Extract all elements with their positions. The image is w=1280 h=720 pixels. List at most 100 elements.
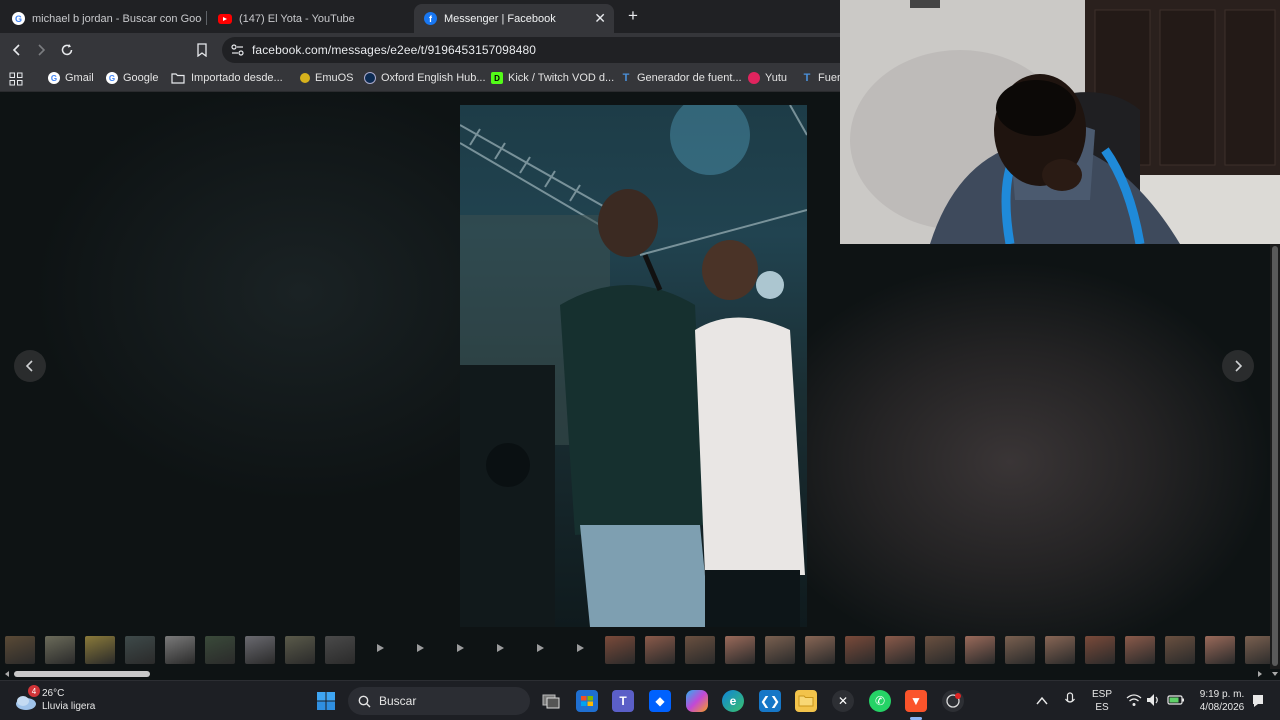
battery-icon[interactable] (1167, 693, 1185, 711)
wifi-icon[interactable] (1126, 693, 1142, 712)
media-thumbnail[interactable] (1005, 636, 1035, 664)
teams-icon[interactable]: T (612, 690, 634, 712)
media-thumbnail[interactable] (1205, 636, 1235, 664)
media-thumbnail[interactable] (325, 636, 355, 664)
file-explorer-icon[interactable] (795, 690, 817, 712)
video-play-icon[interactable] (577, 644, 584, 652)
close-tab-icon[interactable]: ✕ (594, 11, 606, 25)
edge-icon[interactable]: e (722, 690, 744, 712)
language-indicator-bottom[interactable]: ES (1090, 702, 1114, 714)
bookmark-kick[interactable]: D Kick / Twitch VOD d... (491, 72, 614, 84)
video-play-icon[interactable] (417, 644, 424, 652)
concert-photo-illustration (460, 105, 807, 627)
bookmark-button[interactable] (192, 40, 212, 60)
microphone-icon[interactable] (1064, 692, 1076, 713)
tab-messenger[interactable]: f Messenger | Facebook ✕ (414, 4, 614, 33)
weather-condition[interactable]: Lluvia ligera (42, 701, 95, 713)
previous-media-button[interactable] (14, 350, 46, 382)
shared-photo[interactable] (460, 105, 807, 627)
bookmark-google[interactable]: G Google (106, 72, 158, 84)
media-thumbnail[interactable] (125, 636, 155, 664)
screen-recorder-icon[interactable] (942, 690, 964, 712)
horizontal-scrollbar[interactable] (0, 668, 1270, 680)
bookmark-emuos[interactable]: EmuOS (300, 72, 354, 84)
media-thumbnail[interactable] (1165, 636, 1195, 664)
video-play-icon[interactable] (497, 644, 504, 652)
media-thumbnail[interactable] (165, 636, 195, 664)
bookmark-oxford[interactable]: Oxford English Hub... (364, 72, 486, 84)
taskbar-search-box[interactable]: Buscar (348, 687, 530, 715)
vscode-icon[interactable]: ❮❯ (759, 690, 781, 712)
reload-button[interactable] (57, 40, 77, 60)
xbox-icon[interactable]: ✕ (832, 690, 854, 712)
apps-button[interactable] (9, 72, 23, 86)
bookmark-folder-imported[interactable]: Importado desde... (171, 72, 283, 84)
url-text[interactable]: facebook.com/messages/e2ee/t/91964531570… (252, 43, 536, 57)
weather-widget-icon[interactable]: 4 (14, 685, 40, 713)
media-thumbnail[interactable] (845, 636, 875, 664)
video-play-icon[interactable] (457, 644, 464, 652)
font-generator-icon: T (622, 72, 630, 84)
task-view-icon[interactable] (540, 690, 562, 712)
tab-youtube[interactable]: (147) El Yota - YouTube (208, 4, 408, 33)
volume-icon[interactable] (1146, 693, 1162, 712)
language-indicator-top[interactable]: ESP (1090, 689, 1114, 701)
back-button[interactable] (7, 40, 27, 60)
weather-temp[interactable]: 26°C (42, 688, 64, 700)
show-hidden-icons-button[interactable] (1036, 693, 1048, 711)
media-thumbnail[interactable] (725, 636, 755, 664)
media-thumbnail[interactable] (885, 636, 915, 664)
chevron-up-icon (1036, 696, 1048, 705)
kick-icon: D (491, 72, 503, 84)
browser-tab-strip: G michael b jordan - Buscar con Googl (1… (0, 0, 840, 33)
copilot-icon[interactable] (686, 690, 708, 712)
scroll-down-icon[interactable] (1271, 670, 1279, 678)
address-bar[interactable]: facebook.com/messages/e2ee/t/91964531570… (222, 37, 862, 63)
media-thumbnail[interactable] (685, 636, 715, 664)
clock-date[interactable]: 4/08/2026 (1192, 702, 1252, 714)
next-media-button[interactable] (1222, 350, 1254, 382)
bookmark-font-generator[interactable]: T Generador de fuent... (620, 72, 742, 84)
media-thumbnail[interactable] (1045, 636, 1075, 664)
bookmark-font-generator-2[interactable]: T Fuen (801, 72, 843, 84)
vertical-scrollbar[interactable] (1270, 244, 1280, 669)
microsoft-store-icon[interactable] (576, 690, 598, 712)
media-thumbnail[interactable] (965, 636, 995, 664)
weather-badge: 4 (28, 685, 40, 697)
bookmark-label: Kick / Twitch VOD d... (508, 72, 615, 84)
media-thumbnail[interactable] (5, 636, 35, 664)
vertical-scroll-thumb[interactable] (1272, 246, 1278, 666)
whatsapp-icon[interactable]: ✆ (869, 690, 891, 712)
bookmark-gmail[interactable]: G Gmail (48, 72, 94, 84)
media-thumbnail[interactable] (285, 636, 315, 664)
media-thumbnail[interactable] (645, 636, 675, 664)
video-play-icon[interactable] (537, 644, 544, 652)
video-play-icon[interactable] (377, 644, 384, 652)
forward-button[interactable] (31, 40, 51, 60)
new-tab-button[interactable]: + (624, 7, 642, 25)
brave-icon[interactable]: ▼ (905, 690, 927, 712)
media-thumbnail[interactable] (1125, 636, 1155, 664)
media-thumbnail[interactable] (245, 636, 275, 664)
media-thumbnail[interactable] (205, 636, 235, 664)
tab-google-search[interactable]: G michael b jordan - Buscar con Googl (2, 4, 202, 33)
scroll-right-icon[interactable] (1256, 670, 1264, 678)
site-settings-icon[interactable] (222, 44, 252, 56)
dropbox-icon[interactable]: ◆ (649, 690, 671, 712)
media-thumbnail[interactable] (805, 636, 835, 664)
media-thumbnail[interactable] (765, 636, 795, 664)
oxford-icon (364, 72, 376, 84)
scroll-left-icon[interactable] (3, 670, 11, 678)
horizontal-scroll-thumb[interactable] (14, 671, 150, 677)
clock-time[interactable]: 9:19 p. m. (1192, 689, 1252, 701)
notifications-icon[interactable] (1251, 693, 1265, 714)
start-button[interactable] (315, 690, 337, 712)
media-thumbnail[interactable] (605, 636, 635, 664)
bookmark-yutu[interactable]: Yutu (748, 72, 787, 84)
media-thumbnail[interactable] (925, 636, 955, 664)
media-thumbnail[interactable] (45, 636, 75, 664)
google-icon: G (48, 72, 60, 84)
reload-icon (61, 44, 73, 56)
media-thumbnail[interactable] (1085, 636, 1115, 664)
media-thumbnail[interactable] (85, 636, 115, 664)
